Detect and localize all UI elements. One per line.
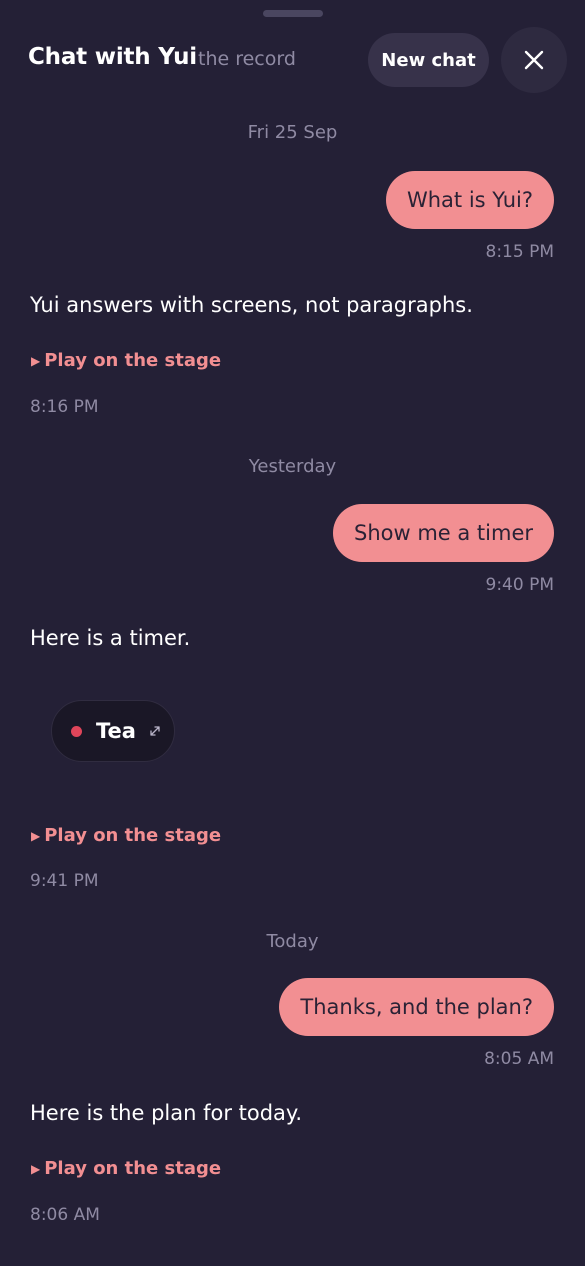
message-timestamp: 8:16 PM: [30, 397, 99, 417]
chat-screen: Chat with Yui the record New chat Fri 25…: [0, 0, 585, 1266]
day-separator: Today: [266, 931, 319, 952]
play-on-stage-link[interactable]: ▶ Play on the stage: [31, 350, 221, 371]
play-icon: ▶: [31, 1161, 41, 1176]
close-button[interactable]: [501, 27, 567, 93]
user-message-bubble: Thanks, and the plan?: [279, 978, 554, 1036]
assistant-message: Here is a timer.: [30, 626, 191, 650]
close-icon: [524, 50, 544, 70]
message-timestamp: 8:05 AM: [484, 1049, 554, 1069]
message-timestamp: 8:06 AM: [30, 1205, 100, 1225]
user-message-bubble: What is Yui?: [385, 171, 554, 229]
message-timestamp: 8:15 PM: [485, 242, 555, 262]
assistant-message: Here is the plan for today.: [30, 1101, 303, 1125]
day-separator: Yesterday: [248, 456, 337, 477]
message-timestamp: 9:40 PM: [485, 575, 555, 595]
play-link-label: Play on the stage: [44, 1158, 222, 1179]
page-title: Chat with Yui: [28, 44, 197, 70]
timer-label: Tea: [96, 719, 136, 743]
play-link-label: Play on the stage: [44, 825, 222, 846]
page-subtitle: the record: [198, 48, 296, 70]
expand-icon[interactable]: [148, 724, 162, 738]
assistant-message: Yui answers with screens, not paragraphs…: [30, 293, 473, 317]
new-chat-button[interactable]: New chat: [368, 33, 489, 87]
play-on-stage-link[interactable]: ▶ Play on the stage: [31, 1158, 221, 1179]
timer-widget[interactable]: Tea: [51, 700, 175, 762]
day-separator: Fri 25 Sep: [247, 122, 338, 143]
user-message-bubble: Show me a timer: [332, 504, 554, 562]
sheet-grab-handle[interactable]: [263, 10, 323, 17]
play-icon: ▶: [31, 353, 41, 368]
timer-status-dot: [71, 725, 82, 737]
play-on-stage-link[interactable]: ▶ Play on the stage: [31, 825, 221, 846]
play-icon: ▶: [31, 828, 41, 843]
message-timestamp: 9:41 PM: [30, 871, 99, 891]
play-link-label: Play on the stage: [44, 350, 222, 371]
